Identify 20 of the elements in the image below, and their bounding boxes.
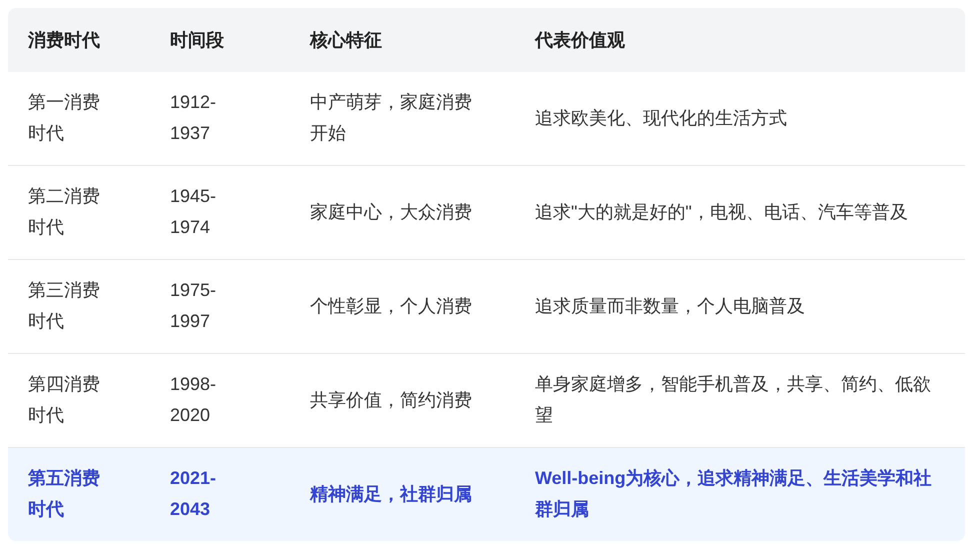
table-cell: 追求质量而非数量，个人电脑普及 — [515, 259, 965, 353]
table-cell: 第三消费时代 — [8, 259, 150, 353]
table-cell-text: 第一消费时代 — [27, 91, 101, 145]
highlighted-cell: 第五消费时代 — [8, 447, 150, 541]
highlighted-cell: Well-being为核心，追求精神满足、生活美学和社群归属 — [515, 447, 965, 541]
table-cell: 第二消费时代 — [8, 165, 150, 259]
column-header: 时间段 — [150, 8, 290, 72]
table-cell: 追求"大的就是好的"，电视、电话、汽车等普及 — [515, 165, 965, 259]
column-header: 代表价值观 — [515, 8, 965, 72]
table-cell: 个性彰显，个人消费 — [290, 259, 515, 353]
table-cell-text: 1912-1937 — [169, 91, 218, 145]
column-header: 核心特征 — [290, 8, 515, 72]
table-cell-text: 追求欧美化、现代化的生活方式 — [534, 106, 788, 130]
table-cell: 1975-1997 — [150, 259, 290, 353]
highlighted-cell: 2021-2043 — [150, 447, 290, 541]
highlighted-cell: 精神满足，社群归属 — [290, 447, 515, 541]
table-cell: 家庭中心，大众消费 — [290, 165, 515, 259]
column-header: 消费时代 — [8, 8, 150, 72]
table-cell: 1945-1974 — [150, 165, 290, 259]
table-cell-text: 中产萌芽，家庭消费开始 — [309, 91, 473, 145]
